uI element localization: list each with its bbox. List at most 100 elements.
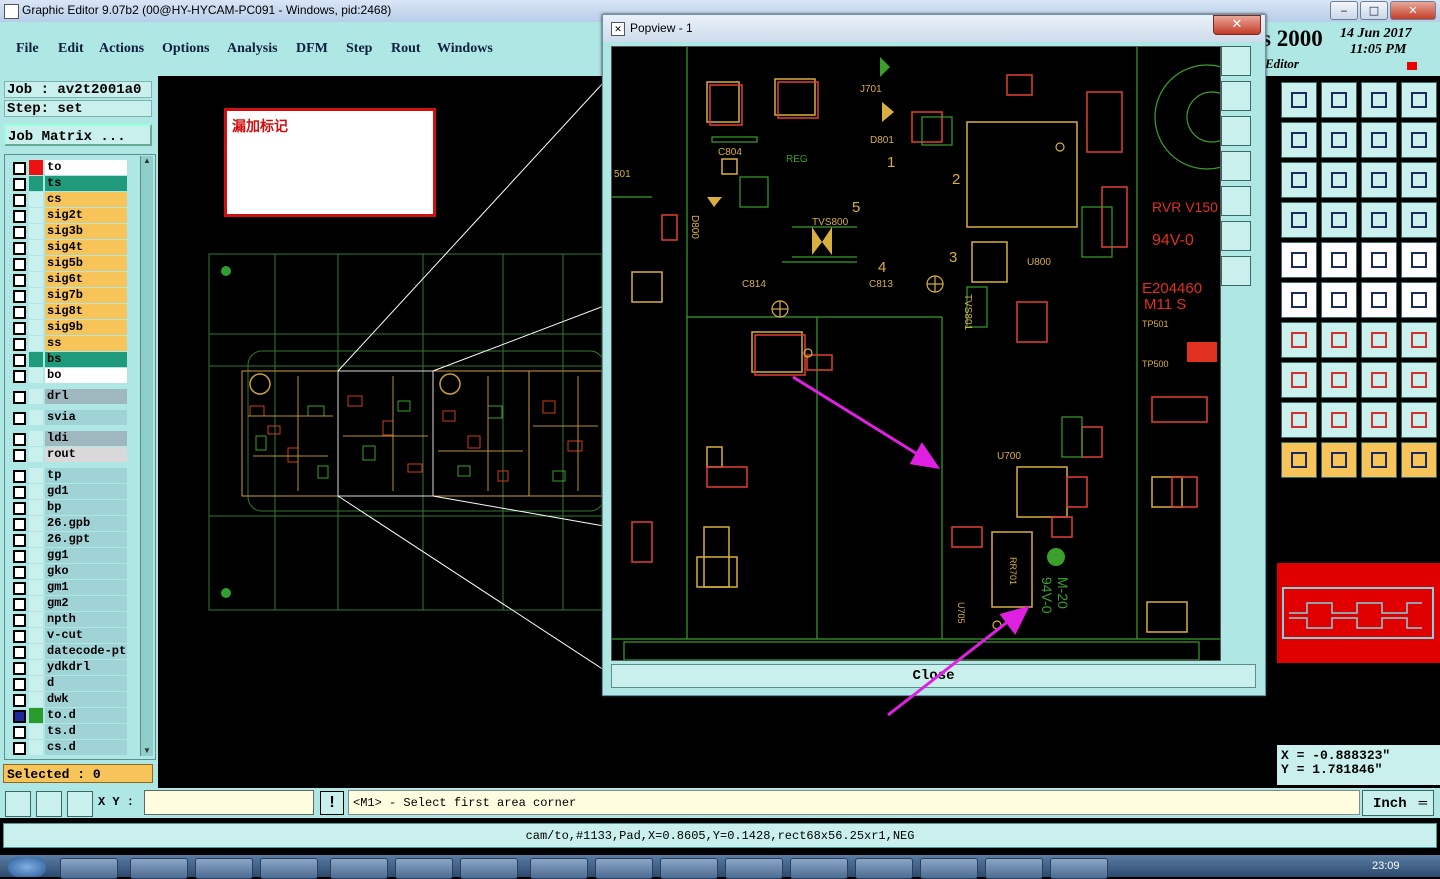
taskbar-app[interactable] [260, 858, 318, 879]
layer-color-swatch[interactable] [29, 548, 43, 563]
layer-row[interactable]: bs [9, 352, 129, 367]
popview-pan-right-button[interactable] [1221, 186, 1251, 216]
layer-row[interactable]: d [9, 676, 129, 691]
layer-row[interactable]: gko [9, 564, 129, 579]
popview-canvas[interactable]: J701 C804 REG D801 501 D800 5 1 2 TVS800… [611, 46, 1221, 661]
layer-row[interactable]: sig9b [9, 320, 129, 335]
layer-checkbox[interactable] [13, 726, 26, 739]
home-icon[interactable] [1361, 82, 1397, 118]
taskbar-app[interactable] [725, 858, 783, 879]
layer-row[interactable]: gg1 [9, 548, 129, 563]
layer-row[interactable]: bp [9, 500, 129, 515]
layer-color-swatch[interactable] [29, 596, 43, 611]
connect-icon[interactable] [1281, 282, 1317, 318]
zoom-1-2-icon[interactable] [1361, 162, 1397, 198]
triangle-3-icon[interactable] [1361, 402, 1397, 438]
layer-checkbox[interactable] [13, 178, 26, 191]
layer-color-swatch[interactable] [29, 410, 43, 425]
pan-up-icon[interactable] [1281, 82, 1317, 118]
layer-color-swatch[interactable] [29, 532, 43, 547]
triangle-4-icon[interactable] [1401, 402, 1437, 438]
layer-name[interactable]: gm1 [45, 580, 127, 595]
layer-checkbox[interactable] [13, 534, 26, 547]
layer-name[interactable]: ts [45, 176, 127, 191]
layer-row[interactable]: sig2t [9, 208, 129, 223]
layer-name[interactable]: d [45, 676, 127, 691]
slope-icon[interactable] [1281, 322, 1317, 358]
layer-checkbox[interactable] [13, 662, 26, 675]
layer-color-swatch[interactable] [29, 272, 43, 287]
layer-row[interactable]: ldi [9, 431, 129, 446]
layer-checkbox[interactable] [13, 550, 26, 563]
layer-row[interactable]: svia [9, 410, 129, 425]
close-button[interactable]: ✕ [1390, 1, 1436, 20]
layer-color-swatch[interactable] [29, 368, 43, 383]
layer-name[interactable]: sig5b [45, 256, 127, 271]
draw-line-icon[interactable] [5, 791, 31, 817]
angle-icon[interactable] [36, 791, 62, 817]
layer-row[interactable]: gd1 [9, 484, 129, 499]
layer-color-swatch[interactable] [29, 484, 43, 499]
layer-color-swatch[interactable] [29, 288, 43, 303]
layer-name[interactable]: npth [45, 612, 127, 627]
layer-name[interactable]: rout [45, 447, 127, 462]
layer-color-swatch[interactable] [29, 644, 43, 659]
job-matrix-button[interactable]: Job Matrix ... [4, 124, 152, 146]
layer-checkbox[interactable] [13, 470, 26, 483]
taskbar-app[interactable] [920, 858, 978, 879]
layer-checkbox[interactable] [13, 582, 26, 595]
overview-map[interactable] [1277, 563, 1440, 663]
layer-toggle-icon[interactable] [1361, 202, 1397, 238]
line-icon[interactable] [1361, 282, 1397, 318]
layer-name[interactable]: 26.gpt [45, 532, 127, 547]
layer-checkbox[interactable] [13, 258, 26, 271]
layer-checkbox[interactable] [13, 391, 26, 404]
layer-color-swatch[interactable] [29, 224, 43, 239]
layer-checkbox[interactable] [13, 598, 26, 611]
layer-name[interactable]: to [45, 160, 127, 175]
layer-name[interactable]: cs.d [45, 740, 127, 755]
cross-icon[interactable] [1321, 282, 1357, 318]
layer-row[interactable]: ts.d [9, 724, 129, 739]
layer-name[interactable]: gko [45, 564, 127, 579]
menu-actions[interactable]: Actions [99, 41, 144, 57]
pan-right-icon[interactable] [1321, 122, 1357, 158]
layer-row[interactable]: ts [9, 176, 129, 191]
taskbar-app[interactable] [1050, 858, 1108, 879]
layer-color-swatch[interactable] [29, 192, 43, 207]
layer-color-swatch[interactable] [29, 628, 43, 643]
select-poly-icon[interactable] [1321, 242, 1357, 278]
layer-checkbox[interactable] [13, 710, 26, 723]
taskbar-app[interactable] [60, 858, 118, 879]
grid-icon[interactable] [67, 791, 93, 817]
taskbar-app[interactable] [790, 858, 848, 879]
layer-color-swatch[interactable] [29, 516, 43, 531]
units-button[interactable]: Inch ═ [1362, 790, 1434, 816]
layer-checkbox[interactable] [13, 322, 26, 335]
popview-pan-down-button[interactable] [1221, 116, 1251, 146]
point-icon[interactable] [1281, 362, 1317, 398]
popview-pan-left-button[interactable] [1221, 151, 1251, 181]
layer-color-swatch[interactable] [29, 320, 43, 335]
layer-color-swatch[interactable] [29, 208, 43, 223]
layer-name[interactable]: ss [45, 336, 127, 351]
scroll-up-arrow-icon[interactable]: ▲ [142, 156, 152, 166]
menu-windows[interactable]: Windows [437, 41, 493, 57]
start-button-icon[interactable] [8, 857, 46, 877]
layer-name[interactable]: tp [45, 468, 127, 483]
select-square-icon[interactable] [1281, 242, 1317, 278]
xy-input[interactable] [144, 790, 314, 815]
maximize-button[interactable]: □ [1360, 1, 1388, 20]
layer-name[interactable]: bp [45, 500, 127, 515]
layer-row[interactable]: sig5b [9, 256, 129, 271]
layer-name[interactable]: ts.d [45, 724, 127, 739]
layer-color-swatch[interactable] [29, 447, 43, 462]
layer-color-swatch[interactable] [29, 389, 43, 404]
layer-row[interactable]: gm2 [9, 596, 129, 611]
menu-edit[interactable]: Edit [58, 41, 84, 57]
layer-checkbox[interactable] [13, 630, 26, 643]
layer-checkbox[interactable] [13, 370, 26, 383]
layer-name[interactable]: sig2t [45, 208, 127, 223]
layer-color-swatch[interactable] [29, 692, 43, 707]
layer-row[interactable]: sig4t [9, 240, 129, 255]
